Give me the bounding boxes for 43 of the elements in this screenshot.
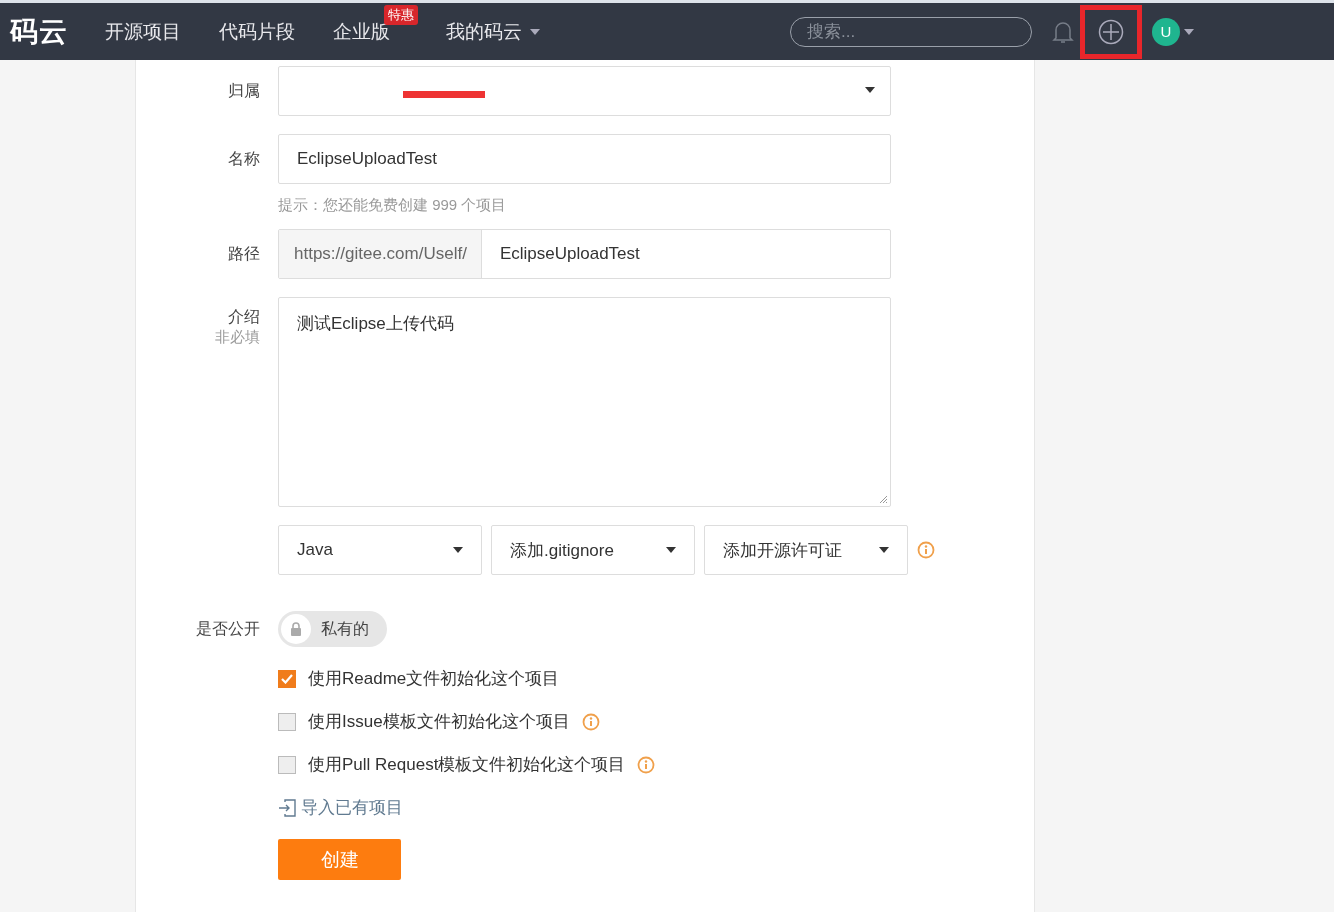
search-field[interactable]: 搜索... [790,16,1032,47]
name-field[interactable]: EclipseUploadTest [278,134,891,184]
field-label: 介绍 [228,307,260,327]
caret-icon[interactable] [1184,28,1194,35]
field-label: 归属 [227,80,260,101]
hint-text: 提示：您还能免费创建 999 个项目 [278,196,508,215]
nav-link[interactable]: 开源项目 [105,18,181,45]
import-link[interactable]: 导入已有项目 [301,796,403,819]
caret-icon [530,28,540,35]
checkbox[interactable] [278,755,296,774]
info-icon[interactable] [637,755,656,774]
path-value: EclipseUploadTest [498,243,640,265]
nav-link[interactable]: 代码片段 [219,18,295,45]
checkbox[interactable] [278,669,296,688]
checkbox-label[interactable]: 使用Issue模板文件初始化这个项目 [308,710,570,733]
textarea-value: 测试Eclipse上传代码 [297,314,454,333]
caret-icon [666,547,676,553]
nav-link[interactable]: 我的码云 [446,18,540,45]
import-icon[interactable] [278,797,298,818]
field-label: 名称 [227,148,260,169]
optional-label: 非必填 [215,328,260,347]
dropdown-select[interactable]: 添加开源许可证 [704,525,908,575]
dropdown-select[interactable]: Java [278,525,482,575]
path-field[interactable]: https://gitee.com/Uself/ EclipseUploadTest [278,229,891,279]
add-icon[interactable] [1098,18,1124,45]
lock-icon [290,622,302,636]
caret-icon [879,547,889,553]
field-label: 路径 [227,243,260,264]
info-icon[interactable] [581,712,600,731]
visibility-toggle[interactable]: 私有的 [278,611,387,647]
promo-badge: 特惠 [384,4,418,25]
caret-icon [453,547,463,553]
checkbox-label[interactable]: 使用Pull Request模板文件初始化这个项目 [308,753,626,776]
checkbox[interactable] [278,712,296,731]
logo[interactable]: 码云 [10,12,68,51]
intro-textarea[interactable]: 测试Eclipse上传代码 [278,297,891,507]
caret-icon [865,87,875,93]
dropdown-select[interactable]: 添加.gitignore [491,525,695,575]
resize-grip-icon[interactable] [879,495,888,504]
checkbox-label[interactable]: 使用Readme文件初始化这个项目 [308,667,560,690]
url-prefix: https://gitee.com/Uself/ [279,230,482,278]
info-icon[interactable] [917,541,935,559]
field-label: 是否公开 [195,618,260,639]
